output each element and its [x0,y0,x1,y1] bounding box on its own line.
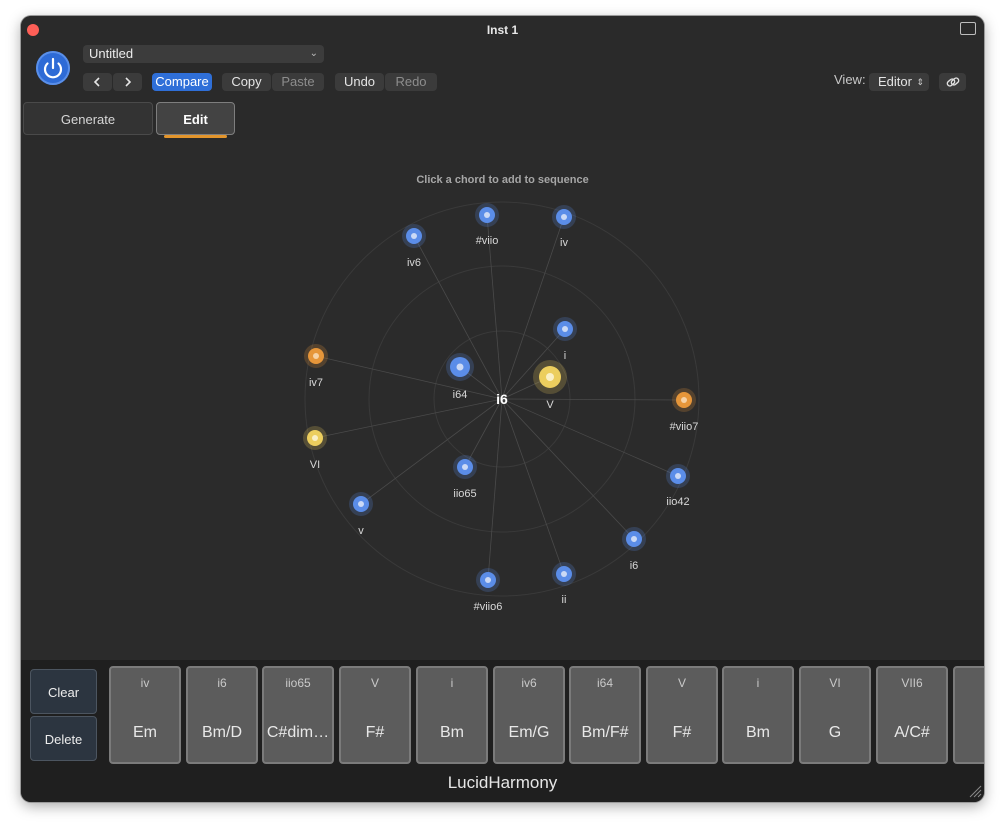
preset-dropdown[interactable]: Untitled ⌄ [83,45,324,63]
chord-node-label: iv7 [309,377,323,389]
chord-numeral: iv6 [521,676,537,690]
tab-edit[interactable]: Edit [156,102,235,135]
chord-numeral: iio65 [285,676,311,690]
power-icon [43,57,63,79]
chord-numeral: i [450,676,454,690]
chord-graph-canvas[interactable]: Click a chord to add to sequence i6 #vii… [21,140,984,660]
chord-name: F# [672,724,692,741]
chord-node-label: iv6 [407,257,421,269]
sequence-chord-slot[interactable]: VI G [799,666,871,764]
chord-name: Em [133,724,157,741]
sequence-chord-slot[interactable]: iio65 C#dim… [262,666,334,764]
preset-name: Untitled [89,46,134,61]
chord-node-label: V [546,399,554,411]
chord-node-label: #viio [476,235,499,247]
chord-name: Em/G [508,724,550,741]
delete-button[interactable]: Delete [30,716,97,761]
link-button[interactable] [939,73,966,91]
chord-node-label: ii [562,594,567,606]
resize-grip-icon[interactable] [968,784,982,798]
chord-name: Bm [440,724,464,741]
chord-node-label: iio65 [453,488,476,500]
chord-numeral: i [756,676,760,690]
sequence-chord-slot[interactable]: iv Em [109,666,181,764]
chord-numeral: i6 [217,676,227,690]
sequence-chord-slot[interactable]: i6 Bm/D [186,666,258,764]
current-chord-label: i6 [496,391,508,407]
chord-numeral: VI [829,676,841,690]
previous-preset-button[interactable] [83,73,112,91]
clear-button[interactable]: Clear [30,669,97,714]
chord-node-label: iv [560,237,568,249]
chord-node-label: v [358,525,364,537]
chord-name: Bm/D [202,724,242,741]
chord-node-i[interactable]: i [553,317,577,362]
power-button[interactable] [36,51,70,85]
chord-node-label: i64 [453,389,468,401]
chevron-left-icon [93,77,100,87]
chord-node-viio[interactable]: #viio [475,203,499,247]
chord-node-label: #viio6 [474,601,503,613]
chevron-down-icon: ⌄ [309,48,318,59]
chord-name: A/C# [894,724,930,741]
compare-button[interactable]: Compare [152,73,212,91]
copy-button[interactable]: Copy [222,73,271,91]
tab-generate[interactable]: Generate [23,102,153,135]
view-label: View: [834,72,866,87]
active-tab-indicator [164,135,227,138]
sequence-chord-slot[interactable]: i Bm [722,666,794,764]
sequence-chord-slot[interactable]: i Bm [416,666,488,764]
chord-node-v[interactable]: v [349,492,373,537]
chord-node-label: VI [310,459,320,471]
chord-node-iio65[interactable]: iio65 [453,455,477,500]
chord-numeral: iv [140,676,150,690]
chord-node-label: iio42 [666,496,689,508]
chord-numeral: V [370,676,379,690]
chevron-right-icon [125,77,132,87]
chord-node-iv6[interactable]: iv6 [402,224,426,269]
sequence-chord-slot[interactable]: V F# [646,666,718,764]
chord-node-i6[interactable]: i6 [622,527,646,572]
view-value: Editor [878,74,912,89]
sequence-chord-slot[interactable]: V F# [339,666,411,764]
chord-numeral: i64 [596,676,613,690]
chord-node-viio7[interactable]: #viio7 [670,388,699,433]
undo-button[interactable]: Undo [335,73,384,91]
link-icon [946,77,960,87]
chord-name: Bm/F# [581,724,629,741]
chord-node-label: i6 [630,560,639,572]
sequence-chord-slot-partial[interactable] [953,666,984,764]
sequence-chord-slot[interactable]: i64 Bm/F# [569,666,641,764]
next-preset-button[interactable] [113,73,142,91]
expand-window-icon[interactable] [960,22,976,35]
chord-node-iio42[interactable]: iio42 [666,464,690,508]
chord-node-label: #viio7 [670,421,699,433]
chord-numeral: V [677,676,686,690]
chord-numeral: VII6 [901,676,923,690]
chord-name: F# [365,724,385,741]
sequence-chord-slot[interactable]: iv6 Em/G [493,666,565,764]
title-bar: Inst 1 Untitled ⌄ Compare Copy Paste Und… [21,16,984,140]
chord-node-V[interactable]: V [533,360,567,411]
chord-node-label: i [564,350,566,362]
window-title: Inst 1 [486,23,519,37]
chord-node-i64[interactable]: i64 [446,353,474,401]
sequence-panel: Clear Delete iv Em i6 Bm/D iio65 C#dim… … [21,660,984,802]
view-select[interactable]: Editor ⇕ [869,73,929,91]
paste-button[interactable]: Paste [272,73,324,91]
chord-name: C#dim… [266,724,330,741]
up-down-chevron-icon: ⇕ [916,77,924,87]
chord-node-viio6[interactable]: #viio6 [474,568,503,613]
chord-graph: i6 #viio iv iv6 i iv7 i64 V #viio7 VI ii… [303,201,700,613]
sequence-chord-slot[interactable]: VII6 A/C# [876,666,948,764]
chord-node-ii[interactable]: ii [552,562,576,606]
chord-name: G [828,724,842,741]
plugin-window: Inst 1 Untitled ⌄ Compare Copy Paste Und… [21,16,984,802]
redo-button[interactable]: Redo [385,73,437,91]
chord-node-VI[interactable]: VI [303,426,327,471]
chord-name: Bm [746,724,770,741]
brand-name: LucidHarmony [447,773,558,792]
